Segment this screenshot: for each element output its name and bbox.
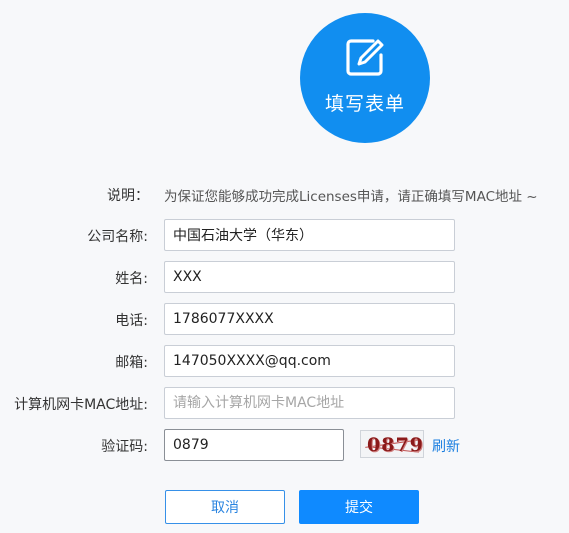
instruction-label: 说明： [107,188,149,204]
form-header-badge: 填写表单 [300,13,430,143]
name-label: 姓名: [115,271,148,287]
captcha-code: 0879 [367,434,424,456]
license-form-page: 填写表单 说明： 为保证您能够成功完成Licenses申请，请正确填写MAC地址… [0,0,569,533]
mac-row: 计算机网卡MAC地址: [0,387,569,419]
phone-label: 电话: [115,313,148,329]
cancel-button[interactable]: 取消 [165,490,285,524]
captcha-input[interactable] [164,429,344,461]
captcha-row: 验证码: 0879 刷新 [0,429,569,461]
instruction-text: 为保证您能够成功完成Licenses申请，请正确填写MAC地址 ~ [164,189,538,205]
instruction-row: 说明： 为保证您能够成功完成Licenses申请，请正确填写MAC地址 ~ [0,185,569,205]
email-input[interactable] [164,345,455,377]
form-title: 填写表单 [324,93,405,115]
name-input[interactable] [164,261,455,293]
company-input[interactable] [164,219,455,251]
company-label: 公司名称: [87,229,148,245]
captcha-label: 验证码: [101,439,148,455]
captcha-refresh-link[interactable]: 刷新 [432,436,460,456]
email-row: 邮箱: [0,345,569,377]
phone-row: 电话: [0,303,569,335]
company-row: 公司名称: [0,219,569,251]
mac-input[interactable] [164,387,455,419]
mac-label: 计算机网卡MAC地址: [14,397,148,413]
edit-form-icon [346,39,384,76]
email-label: 邮箱: [115,355,148,371]
phone-input[interactable] [164,303,455,335]
submit-button[interactable]: 提交 [299,490,419,524]
captcha-image[interactable]: 0879 [360,430,424,458]
name-row: 姓名: [0,261,569,293]
